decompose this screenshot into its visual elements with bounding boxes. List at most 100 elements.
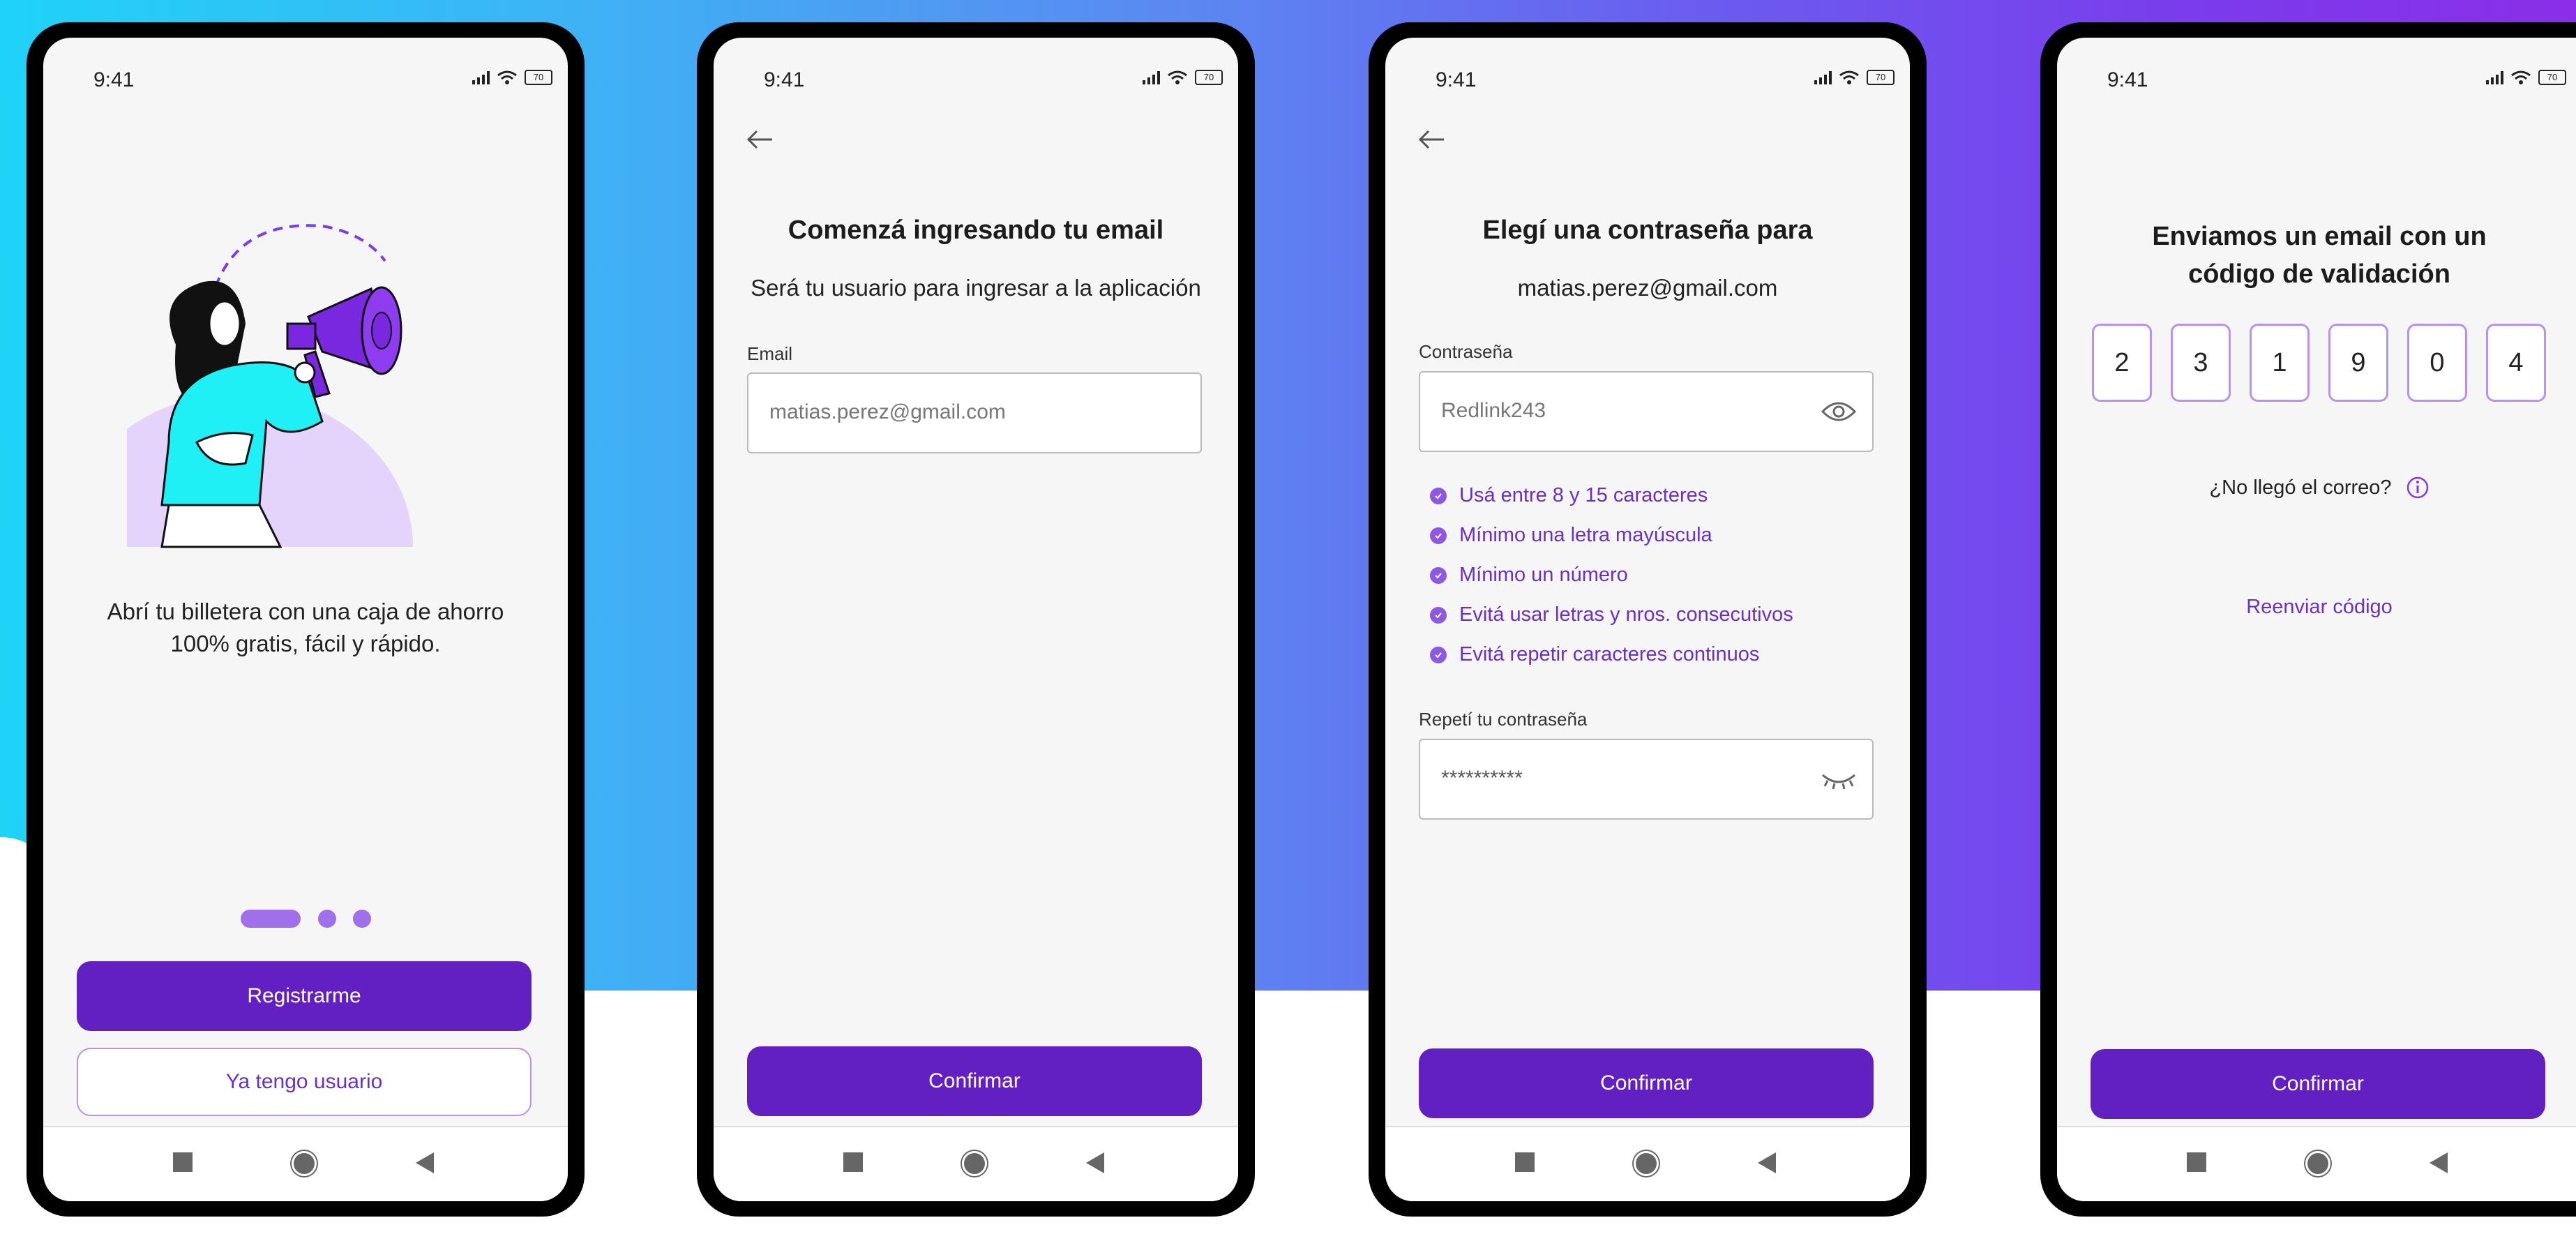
status-time: 9:41 [2107, 68, 2148, 91]
pager-dot [318, 910, 336, 928]
password-rule: Usá entre 8 y 15 caracteres [1430, 484, 1708, 507]
android-navbar [2057, 1126, 2576, 1201]
confirm-button[interactable]: Confirmar [1419, 1048, 1874, 1118]
repeat-password-value: ********** [1441, 767, 1523, 790]
signal-icon [472, 70, 490, 84]
phone-password: 9:41 70 Elegí una contraseña para matias… [1369, 22, 1927, 1217]
rule-text: Mínimo una letra mayúscula [1459, 524, 1712, 546]
megaphone-illustration [127, 224, 413, 548]
password-rule: Mínimo un número [1430, 564, 1628, 587]
not-received-text: ¿No llegó el correo? [2209, 476, 2392, 499]
repeat-password-field[interactable]: ********** [1419, 739, 1874, 820]
not-received-row: ¿No llegó el correo? [2057, 476, 2576, 499]
back-nav-button[interactable] [1086, 1152, 1104, 1173]
email-label: Email [747, 343, 793, 364]
home-button[interactable] [1634, 1151, 1659, 1176]
rule-text: Mínimo un número [1459, 564, 1628, 586]
recents-button[interactable] [843, 1152, 863, 1172]
password-value: Redlink243 [1441, 399, 1546, 422]
back-nav-button[interactable] [2430, 1152, 2448, 1173]
repeat-password-label: Repetí tu contraseña [1419, 709, 1588, 730]
back-nav-button[interactable] [1758, 1152, 1776, 1173]
check-icon [1430, 606, 1447, 624]
battery-icon: 70 [1195, 70, 1223, 85]
have-user-button[interactable]: Ya tengo usuario [77, 1048, 532, 1116]
page-title: Elegí una contraseña para [1482, 216, 1813, 245]
page-title: Enviamos un email con un código de valid… [2057, 218, 2576, 293]
info-icon[interactable] [2406, 476, 2430, 499]
battery-icon: 70 [2538, 70, 2566, 85]
check-icon [1430, 487, 1447, 504]
password-label: Contraseña [1419, 341, 1513, 362]
home-button[interactable] [962, 1151, 987, 1176]
status-icons: 70 [1143, 70, 1223, 85]
onboarding-screen: 9:41 70 Abrí tu billetera con una caja d… [43, 38, 568, 1201]
wifi-icon [2511, 70, 2531, 84]
code-digit-box[interactable]: 2 [2092, 324, 2152, 402]
wifi-icon [497, 70, 517, 84]
email-value: matias.perez@gmail.com [769, 400, 1006, 423]
status-icons: 70 [2486, 70, 2566, 85]
status-time: 9:41 [1436, 68, 1477, 91]
phone-onboarding: 9:41 70 Abrí tu billetera con una caja d… [27, 22, 585, 1217]
title-line-2: código de validación [2188, 259, 2450, 289]
confirm-button[interactable]: Confirmar [747, 1046, 1202, 1116]
signal-icon [1814, 70, 1832, 84]
eye-closed-icon[interactable] [1821, 769, 1857, 790]
phone-email: 9:41 70 Comenzá ingresando tu email Será… [697, 22, 1255, 1217]
password-field[interactable]: Redlink243 [1419, 371, 1874, 452]
recents-button[interactable] [1515, 1152, 1535, 1172]
rule-text: Evitá usar letras y nros. consecutivos [1459, 603, 1793, 626]
email-field[interactable]: matias.perez@gmail.com [747, 373, 1202, 453]
android-navbar [1385, 1126, 1910, 1201]
back-arrow-icon[interactable] [1416, 124, 1447, 155]
wifi-icon [1839, 70, 1859, 84]
password-rule: Evitá repetir caracteres continuos [1430, 643, 1759, 666]
android-navbar [43, 1126, 568, 1201]
eye-icon[interactable] [1821, 399, 1857, 424]
tagline-line-1: Abrí tu billetera con una caja de ahorro [107, 599, 504, 624]
recents-button[interactable] [2187, 1152, 2206, 1172]
title-line-1: Enviamos un email con un [2152, 222, 2487, 251]
back-arrow-icon[interactable] [744, 124, 775, 155]
code-digit-box[interactable]: 1 [2250, 324, 2310, 402]
check-icon [1430, 566, 1447, 584]
back-nav-button[interactable] [416, 1152, 434, 1173]
check-icon [1430, 646, 1447, 663]
password-rule: Evitá usar letras y nros. consecutivos [1430, 603, 1793, 626]
rule-text: Evitá repetir caracteres continuos [1459, 643, 1760, 665]
android-navbar [714, 1126, 1238, 1201]
recents-button[interactable] [173, 1152, 193, 1172]
battery-icon: 70 [525, 70, 552, 85]
signal-icon [2486, 70, 2503, 84]
home-button[interactable] [2305, 1151, 2330, 1176]
status-icons: 70 [472, 70, 552, 85]
code-digit-box[interactable]: 4 [2486, 324, 2546, 402]
check-icon [1430, 527, 1447, 544]
password-screen: 9:41 70 Elegí una contraseña para matias… [1385, 38, 1910, 1201]
resend-code-link[interactable]: Reenviar código [2057, 596, 2576, 619]
code-digit-box[interactable]: 9 [2328, 324, 2388, 402]
signal-icon [1143, 70, 1160, 84]
phone-verification: 9:41 70 Enviamos un email con un código … [2040, 22, 2576, 1217]
home-button[interactable] [292, 1151, 317, 1176]
status-time: 9:41 [764, 68, 805, 91]
register-button[interactable]: Registrarme [77, 961, 532, 1031]
onboarding-tagline: Abrí tu billetera con una caja de ahorro… [43, 596, 568, 660]
pager-dot-active [241, 910, 301, 928]
status-icons: 70 [1814, 70, 1895, 85]
email-screen: 9:41 70 Comenzá ingresando tu email Será… [714, 38, 1238, 1201]
code-digit-box[interactable]: 3 [2171, 324, 2231, 402]
rule-text: Usá entre 8 y 15 caracteres [1459, 484, 1708, 506]
password-rule: Mínimo una letra mayúscula [1430, 524, 1712, 547]
user-email: matias.perez@gmail.com [1517, 275, 1778, 301]
code-digit-box[interactable]: 0 [2407, 324, 2467, 402]
confirm-button[interactable]: Confirmar [2091, 1049, 2545, 1119]
page-title: Comenzá ingresando tu email [788, 216, 1164, 245]
verification-screen: 9:41 70 Enviamos un email con un código … [2057, 38, 2576, 1201]
battery-icon: 70 [1867, 70, 1895, 85]
tagline-line-2: 100% gratis, fácil y rápido. [170, 631, 441, 656]
status-time: 9:41 [93, 68, 135, 91]
page-subtitle: Será tu usuario para ingresar a la aplic… [751, 275, 1201, 301]
pager-dot [353, 910, 371, 928]
